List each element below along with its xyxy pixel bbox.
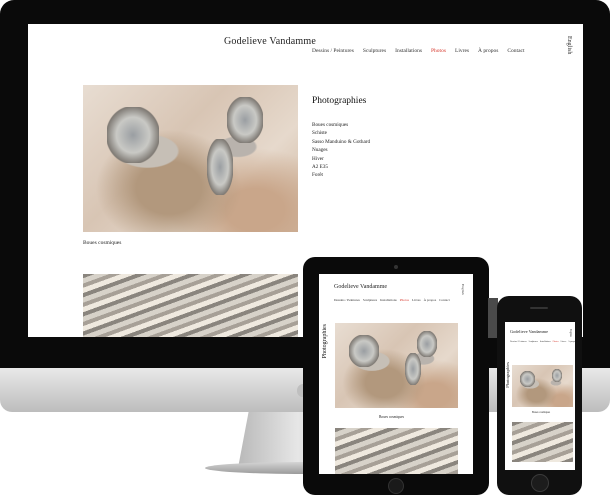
nav-sculptures[interactable]: Sculptures [363,48,386,54]
site-title[interactable]: Godelieve Vandamme [334,284,387,290]
nav-dessins[interactable]: Dessins / Peintures [510,341,527,343]
language-switch[interactable]: English [566,36,572,54]
photo-schiste[interactable] [512,422,573,462]
photo-detail [107,107,159,163]
series-item[interactable]: Hiver [312,155,370,163]
nav-a-propos[interactable]: À propos [568,341,575,343]
photo-caption: Boues cosmiques [83,240,122,246]
main-nav: Dessins / Peintures Sculptures Installatio… [334,294,466,303]
nav-a-propos[interactable]: À propos [478,48,498,54]
nav-installations[interactable]: Installations [380,298,397,302]
tablet-screen: Godelieve Vandamme Dessins / Peintures Sc… [319,274,473,474]
series-item[interactable]: Sasso Manduino & Gothard [312,138,370,146]
tablet-camera-icon [394,265,398,269]
photo-detail [520,371,535,387]
series-item[interactable]: Schiste [312,129,370,137]
nav-sculptures[interactable]: Sculptures [529,341,538,343]
site-title[interactable]: Godelieve Vandamme [510,329,548,334]
series-item[interactable]: Boues cosmiques [312,121,370,129]
page-heading: Photographies [505,362,510,388]
photo-boues-cosmiques[interactable] [335,323,458,408]
photo-caption: Boues cosmiques [379,415,405,419]
page-heading: Photographies [312,96,367,106]
page-heading: Photographies [322,324,328,359]
series-item[interactable]: Forêt [312,171,370,179]
phone-screen: Godelieve Vandamme Dessins / Peintures Sc… [505,322,575,470]
nav-contact[interactable]: Contact [439,298,450,302]
photo-boues-cosmiques[interactable] [512,365,573,407]
nav-livres[interactable]: Livres [455,48,469,54]
main-nav: Dessins / Peintures Sculptures Installat… [312,39,529,57]
nav-photos[interactable]: Photos [400,298,409,302]
photo-schiste[interactable] [83,274,298,337]
main-nav: Dessins / Peintures Sculptures Installatio… [510,336,575,344]
nav-dessins[interactable]: Dessins / Peintures [312,48,354,54]
site-title[interactable]: Godelieve Vandamme [224,36,316,47]
photo-series-list: Boues cosmiques Schiste Sasso Manduino &… [312,121,370,180]
photo-caption: Boues cosmiques [532,411,551,414]
nav-livres[interactable]: Livres [412,298,421,302]
photo-detail [552,369,562,382]
series-item[interactable]: A2 E35 [312,163,370,171]
nav-contact[interactable]: Contact [507,48,524,54]
photo-detail [207,139,233,195]
photo-detail [227,97,263,143]
photo-detail [349,335,379,367]
nav-installations[interactable]: Installations [540,341,551,343]
nav-a-propos[interactable]: À propos [424,298,437,302]
language-switch[interactable]: English [461,284,465,295]
nav-livres[interactable]: Livres [561,341,567,343]
language-switch[interactable]: English [569,329,572,337]
series-item[interactable]: Nuages [312,146,370,154]
tablet-home-button [388,478,404,494]
nav-sculptures[interactable]: Sculptures [363,298,377,302]
phone-speaker-icon [530,307,548,309]
photo-detail [405,353,421,385]
phone-home-button [531,474,549,492]
nav-dessins[interactable]: Dessins / Peintures [334,298,360,302]
photo-schiste[interactable] [335,428,458,474]
nav-photos[interactable]: Photos [431,48,446,54]
nav-installations[interactable]: Installations [395,48,422,54]
photo-boues-cosmiques[interactable] [83,85,298,232]
nav-photos[interactable]: Photos [553,341,559,343]
